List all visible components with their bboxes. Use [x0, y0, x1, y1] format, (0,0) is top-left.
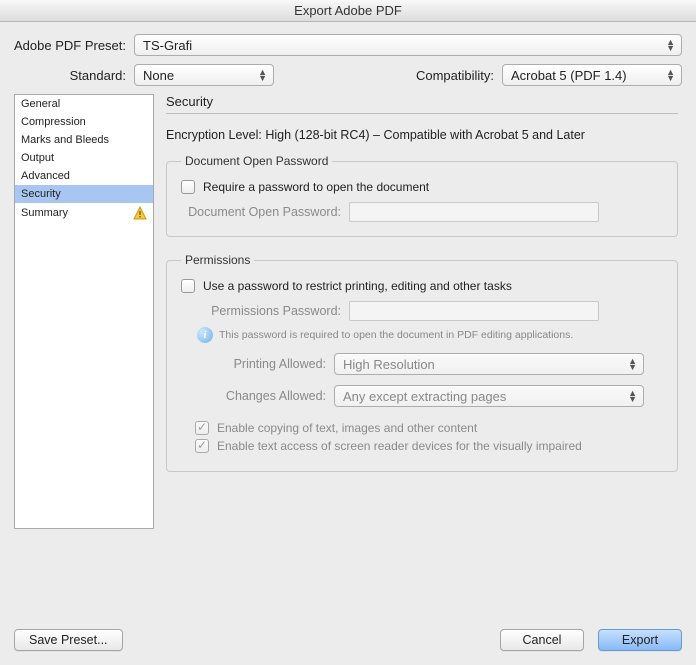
enable-text-access-checkbox	[195, 439, 209, 453]
permissions-password-label: Permissions Password:	[181, 304, 341, 318]
open-password-input	[349, 202, 599, 222]
preset-label: Adobe PDF Preset:	[14, 38, 134, 53]
updown-icon: ▲▼	[666, 39, 675, 51]
sidebar-item-label: Compression	[21, 116, 86, 128]
permissions-group: Permissions Use a password to restrict p…	[166, 253, 678, 472]
preset-value: TS-Grafi	[143, 38, 192, 53]
enable-copying-label: Enable copying of text, images and other…	[217, 421, 477, 435]
open-password-label: Document Open Password:	[181, 205, 341, 219]
sidebar-item-marks-and-bleeds[interactable]: Marks and Bleeds	[15, 131, 153, 149]
group-legend: Document Open Password	[181, 154, 332, 168]
window-title: Export Adobe PDF	[0, 0, 696, 22]
permissions-password-input	[349, 301, 599, 321]
save-preset-button[interactable]: Save Preset...	[14, 629, 123, 651]
category-sidebar: General Compression Marks and Bleeds Out…	[14, 94, 154, 529]
printing-allowed-value: High Resolution	[343, 357, 435, 372]
require-open-password-label: Require a password to open the document	[203, 180, 429, 194]
sidebar-item-general[interactable]: General	[15, 95, 153, 113]
sidebar-item-label: Advanced	[21, 170, 70, 182]
panel-title: Security	[166, 94, 678, 114]
compatibility-value: Acrobat 5 (PDF 1.4)	[511, 68, 627, 83]
printing-allowed-select: High Resolution ▲▼	[334, 353, 644, 375]
updown-icon: ▲▼	[628, 358, 637, 370]
printing-allowed-label: Printing Allowed:	[181, 357, 326, 371]
sidebar-item-label: Summary	[21, 207, 68, 219]
info-icon: i	[197, 327, 213, 343]
standard-value: None	[143, 68, 174, 83]
enable-copying-checkbox	[195, 421, 209, 435]
permissions-info-text: This password is required to open the do…	[219, 329, 573, 341]
export-button[interactable]: Export	[598, 629, 682, 651]
sidebar-item-security[interactable]: Security	[15, 185, 153, 203]
standard-select[interactable]: None ▲▼	[134, 64, 274, 86]
group-legend: Permissions	[181, 253, 254, 267]
updown-icon: ▲▼	[258, 69, 267, 81]
sidebar-item-summary[interactable]: Summary	[15, 203, 153, 223]
compatibility-label: Compatibility:	[416, 68, 502, 83]
changes-allowed-value: Any except extracting pages	[343, 389, 506, 404]
changes-allowed-select: Any except extracting pages ▲▼	[334, 385, 644, 407]
changes-allowed-label: Changes Allowed:	[181, 389, 326, 403]
encryption-level: Encryption Level: High (128-bit RC4) – C…	[166, 128, 678, 142]
sidebar-item-label: General	[21, 98, 60, 110]
cancel-button[interactable]: Cancel	[500, 629, 584, 651]
compatibility-select[interactable]: Acrobat 5 (PDF 1.4) ▲▼	[502, 64, 682, 86]
sidebar-item-advanced[interactable]: Advanced	[15, 167, 153, 185]
enable-text-access-label: Enable text access of screen reader devi…	[217, 439, 582, 453]
document-open-password-group: Document Open Password Require a passwor…	[166, 154, 678, 237]
sidebar-item-label: Security	[21, 188, 61, 200]
preset-select[interactable]: TS-Grafi ▲▼	[134, 34, 682, 56]
sidebar-item-compression[interactable]: Compression	[15, 113, 153, 131]
sidebar-item-label: Output	[21, 152, 54, 164]
updown-icon: ▲▼	[666, 69, 675, 81]
use-permissions-password-checkbox[interactable]	[181, 279, 195, 293]
warning-icon	[133, 206, 147, 220]
sidebar-item-output[interactable]: Output	[15, 149, 153, 167]
require-open-password-checkbox[interactable]	[181, 180, 195, 194]
use-permissions-password-label: Use a password to restrict printing, edi…	[203, 279, 512, 293]
standard-label: Standard:	[14, 68, 134, 83]
updown-icon: ▲▼	[628, 390, 637, 402]
sidebar-item-label: Marks and Bleeds	[21, 134, 109, 146]
